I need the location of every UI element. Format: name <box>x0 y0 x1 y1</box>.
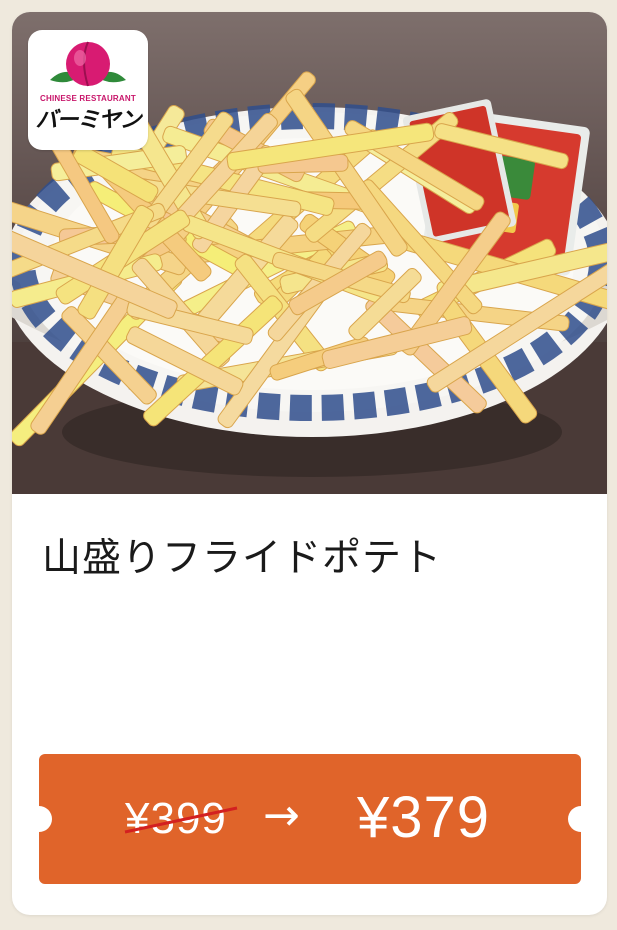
item-title: 山盛りフライドポテト <box>42 536 443 581</box>
logo-name: バーミヤン <box>35 108 141 133</box>
price-ticket[interactable]: ¥399 → ¥379 <box>26 754 594 884</box>
restaurant-logo: CHINESE RESTAURANT バーミヤン <box>28 30 148 150</box>
coupon-card[interactable]: CHINESE RESTAURANT バーミヤン 山盛りフライドポテト ¥399… <box>12 12 607 915</box>
peach-icon <box>50 41 126 87</box>
new-price: ¥379 <box>357 785 491 850</box>
ticket-notch-left <box>26 806 52 832</box>
old-price: ¥399 <box>125 794 227 843</box>
ticket-notch-right <box>568 806 594 832</box>
french-fries-photo: CHINESE RESTAURANT バーミヤン <box>12 12 607 494</box>
arrow-icon: → <box>263 790 300 841</box>
